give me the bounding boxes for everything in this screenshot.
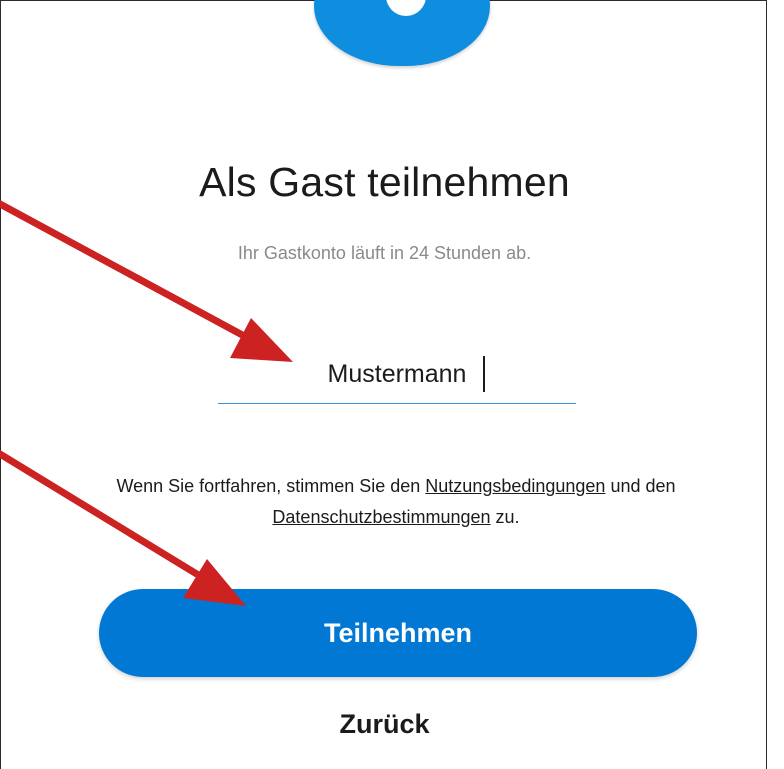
guest-name-field[interactable]	[218, 348, 576, 404]
guest-account-expiry-note: Ihr Gastkonto läuft in 24 Stunden ab.	[237, 243, 532, 263]
back-link[interactable]: Zurück	[1, 709, 768, 740]
skype-logo-icon	[314, 0, 490, 66]
privacy-policy-link[interactable]: Datenschutzbestimmungen	[272, 507, 490, 527]
guest-join-dialog: Als Gast teilnehmen Ihr Gastkonto läuft …	[0, 0, 767, 769]
terms-prefix: Wenn Sie fortfahren, stimmen Sie den	[116, 476, 426, 496]
text-caret	[483, 356, 485, 392]
terms-notice: Wenn Sie fortfahren, stimmen Sie den Nut…	[31, 471, 761, 533]
join-button[interactable]: Teilnehmen	[99, 589, 697, 677]
terms-of-use-link[interactable]: Nutzungsbedingungen	[425, 476, 605, 496]
skype-logo-glyph	[386, 0, 426, 16]
terms-suffix: zu.	[490, 507, 520, 527]
terms-middle: und den	[605, 476, 676, 496]
guest-name-input[interactable]	[218, 348, 576, 400]
page-title: Als Gast teilnehmen	[199, 159, 570, 205]
screenshot-stage: Als Gast teilnehmen Ihr Gastkonto läuft …	[0, 0, 784, 769]
